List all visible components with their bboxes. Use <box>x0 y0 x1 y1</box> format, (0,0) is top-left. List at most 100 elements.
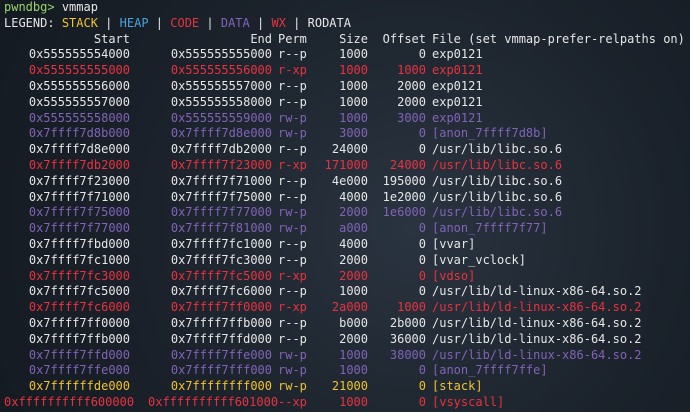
row-end: 0x555555556000 <box>170 63 272 78</box>
row-size: 21000 <box>331 379 368 394</box>
row-end: 0x555555555000 <box>170 47 272 62</box>
row-offset: 0 <box>418 379 426 394</box>
vmmap-row: 0x7ffff7fbd000 0x7ffff7fc1000 r--p 4000 0 [vv… <box>0 237 690 253</box>
row-offset: 1000 <box>397 63 426 78</box>
row-end: 0x555555559000 <box>170 110 272 125</box>
legend-wx: WX <box>271 15 286 30</box>
row-end: 0x7ffff7fff000 <box>170 363 272 378</box>
row-start: 0x7ffff7f75000 <box>28 205 130 220</box>
row-size: 1000 <box>339 47 368 62</box>
vmmap-row: 0x7ffff7f75000 0x7ffff7f77000 rw-p 2000 1e60… <box>0 205 690 221</box>
row-start: 0x7ffff7fc6000 <box>28 300 130 315</box>
row-size: 1000 <box>339 284 368 299</box>
prompt-line: pwndbg> vmmap <box>0 0 690 16</box>
vmmap-row: 0x7ffff7ffd000 0x7ffff7ffe000 rw-p 1000 3800… <box>0 348 690 364</box>
row-start: 0x555555555000 <box>28 63 130 78</box>
row-offset: 38000 <box>389 347 426 362</box>
vmmap-row: 0x555555558000 0x555555559000 rw-p 1000 3000… <box>0 111 690 127</box>
row-file: /usr/lib/ld-linux-x86-64.so.2 <box>432 315 642 330</box>
row-size: 1000 <box>339 347 368 362</box>
vmmap-row: 0x7ffff7ffb000 0x7ffff7ffd000 r--p 2000 3600… <box>0 332 690 348</box>
vmmap-row: 0x7ffff7f77000 0x7ffff7f81000 rw-p a000 0 [an… <box>0 221 690 237</box>
row-perm: rw-p <box>278 205 307 220</box>
row-start: 0x7ffff7db2000 <box>28 157 130 172</box>
header-size: Size <box>339 31 368 46</box>
row-file: [vsyscall] <box>432 394 505 409</box>
row-start: 0x7ffff7ffb000 <box>28 331 130 346</box>
row-end: 0x7ffff7ff0000 <box>170 300 272 315</box>
row-offset: 1e2000 <box>382 189 426 204</box>
row-offset: 24000 <box>389 157 426 172</box>
row-start: 0x555555554000 <box>28 47 130 62</box>
vmmap-row: 0x7ffff7fc3000 0x7ffff7fc5000 r-xp 2000 0 [vd… <box>0 269 690 285</box>
legend-code: CODE <box>170 15 200 30</box>
row-size: 4000 <box>339 189 368 204</box>
row-start: 0x7ffff7fbd000 <box>28 236 130 251</box>
row-offset: 0 <box>418 252 426 267</box>
row-offset: 195000 <box>382 173 426 188</box>
vmmap-row: 0xffffffffff600000 0xffffffffff601000 --xp… <box>0 395 690 411</box>
row-end: 0x7ffff7fc3000 <box>170 252 272 267</box>
row-file: /usr/lib/ld-linux-x86-64.so.2 <box>432 300 642 315</box>
row-file: [stack] <box>432 379 483 394</box>
row-perm: r-xp <box>278 268 307 283</box>
row-start: 0x7ffff7fc5000 <box>28 284 130 299</box>
row-perm: r--p <box>278 252 307 267</box>
row-size: 1000 <box>339 363 368 378</box>
row-end: 0x7ffff7f77000 <box>170 205 272 220</box>
vmmap-row: 0x7ffff7fc6000 0x7ffff7ff0000 r-xp 2a000 100… <box>0 300 690 316</box>
row-perm: r--p <box>278 315 307 330</box>
row-end: 0x7ffff7f71000 <box>170 173 272 188</box>
row-end: 0x555555558000 <box>170 94 272 109</box>
row-size: a000 <box>339 221 368 236</box>
row-size: 2000 <box>339 252 368 267</box>
vmmap-row: 0x7ffff7ffe000 0x7ffff7fff000 rw-p 1000 0 [an… <box>0 363 690 379</box>
vmmap-row: 0x7ffff7db2000 0x7ffff7f23000 r-xp 171000 24… <box>0 158 690 174</box>
row-perm: r--p <box>278 173 307 188</box>
row-start: 0x7ffff7ff0000 <box>28 315 130 330</box>
vmmap-header: Start End Perm Size Offset File (set vmm… <box>0 32 690 48</box>
row-perm: rw-p <box>278 221 307 236</box>
row-size: 2000 <box>339 205 368 220</box>
row-perm: r--p <box>278 331 307 346</box>
row-offset: 0 <box>418 126 426 141</box>
vmmap-row: 0x555555554000 0x555555555000 r--p 1000 0 exp… <box>0 47 690 63</box>
row-file: exp0121 <box>432 47 483 62</box>
row-file: /usr/lib/libc.so.6 <box>432 157 563 172</box>
vmmap-row: 0x7ffff7f71000 0x7ffff7f75000 r--p 4000 1e20… <box>0 190 690 206</box>
row-offset: 3000 <box>397 110 426 125</box>
legend-separator: | <box>155 15 164 30</box>
row-start: 0xffffffffff600000 <box>4 394 135 409</box>
row-end: 0x7ffff7ffe000 <box>170 347 272 362</box>
row-start: 0x7ffff7ffe000 <box>28 363 130 378</box>
row-end: 0x7ffff7fc5000 <box>170 268 272 283</box>
row-file: /usr/lib/ld-linux-x86-64.so.2 <box>432 331 642 346</box>
row-offset: 1000 <box>397 300 426 315</box>
row-perm: r-xp <box>278 300 307 315</box>
row-perm: r--p <box>278 284 307 299</box>
row-perm: r-xp <box>278 157 307 172</box>
row-perm: rw-p <box>278 347 307 362</box>
legend-rodata: RODATA <box>307 15 351 30</box>
row-perm: rw-p <box>278 379 307 394</box>
row-offset: 36000 <box>389 331 426 346</box>
row-perm: r--p <box>278 94 307 109</box>
row-size: b000 <box>339 315 368 330</box>
row-offset: 2000 <box>397 78 426 93</box>
vmmap-row: 0x7ffff7f23000 0x7ffff7f71000 r--p 4e000 195… <box>0 174 690 190</box>
row-file: exp0121 <box>432 110 483 125</box>
vmmap-row: 0x7ffff7d8e000 0x7ffff7db2000 r--p 24000 0/u… <box>0 142 690 158</box>
terminal-window[interactable]: pwndbg> vmmap LEGEND: STACK | HEAP | COD… <box>0 0 690 412</box>
row-file: /usr/lib/libc.so.6 <box>432 189 563 204</box>
row-size: 1000 <box>339 63 368 78</box>
row-offset: 0 <box>418 142 426 157</box>
row-perm: rw-p <box>278 110 307 125</box>
row-end: 0x7ffffffff000 <box>170 379 272 394</box>
row-file: /usr/lib/libc.so.6 <box>432 205 563 220</box>
row-file: exp0121 <box>432 94 483 109</box>
row-start: 0x555555556000 <box>28 78 130 93</box>
prompt: pwndbg> <box>4 0 55 14</box>
row-offset: 1e6000 <box>382 205 426 220</box>
vmmap-row: 0x555555557000 0x555555558000 r--p 1000 2000… <box>0 95 690 111</box>
vmmap-rows: 0x555555554000 0x555555555000 r--p 1000 0 exp… <box>0 47 690 410</box>
